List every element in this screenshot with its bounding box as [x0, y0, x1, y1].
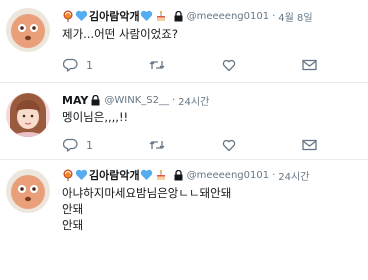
dm-mail-icon[interactable]	[301, 57, 317, 73]
tweet-actions: 1	[62, 57, 317, 73]
tweet-text-line: 제가...어떤 사람이었죠?	[62, 27, 178, 41]
like-icon[interactable]	[221, 57, 237, 73]
lollipop-icon	[62, 169, 74, 181]
reply-icon[interactable]	[62, 137, 78, 153]
timestamp[interactable]: 4월 8일	[278, 9, 312, 24]
avatar[interactable]	[6, 93, 50, 137]
display-name[interactable]: 김아람악개	[89, 167, 140, 183]
retweet-icon[interactable]	[149, 137, 165, 153]
tweet[interactable]: 김아람악개 @meeeeng0101 · 4월 8일 제가...어떤 사람이었죠…	[0, 0, 368, 82]
person-photo-avatar-icon	[6, 93, 50, 137]
blue-heart-icon	[140, 169, 153, 181]
tweet-text: 멩이님은,,,,!!	[62, 109, 128, 125]
tweet-text-line: 안돼	[62, 218, 84, 232]
blue-heart-icon	[75, 169, 88, 181]
cake-icon	[155, 10, 167, 22]
display-name[interactable]: MAY	[62, 94, 88, 107]
separator: ·	[272, 10, 276, 22]
blue-heart-icon	[140, 10, 153, 22]
cake-icon	[155, 169, 167, 181]
like-icon[interactable]	[221, 137, 237, 153]
handle[interactable]: @meeeeng0101	[187, 11, 270, 22]
tweet-text-line: 멩이님은,,,,!!	[62, 110, 129, 124]
lollipop-icon	[62, 10, 74, 22]
display-name[interactable]: 김아람악개	[89, 8, 140, 24]
separator: ·	[171, 94, 176, 106]
round-face-avatar-icon	[6, 8, 50, 52]
handle[interactable]: @WINK_S2__	[104, 95, 169, 106]
tweet-text-line: 아냐하지마세요밤님은앙ㄴㄴ돼안돼	[62, 186, 232, 200]
lock-icon	[174, 169, 183, 181]
timestamp[interactable]: 24시간	[278, 168, 309, 183]
lock-icon	[174, 10, 183, 22]
retweet-icon[interactable]	[149, 57, 165, 73]
dm-mail-icon[interactable]	[301, 137, 317, 153]
reply-icon[interactable]	[62, 57, 78, 73]
tweet-text: 제가...어떤 사람이었죠?	[62, 26, 178, 42]
blue-heart-icon	[75, 10, 88, 22]
tweet-text-line: 안돼	[62, 202, 84, 216]
round-face-avatar-icon	[6, 169, 50, 213]
tweet-actions: 1	[62, 137, 317, 153]
tweet[interactable]: 김아람악개 @meeeeng0101 · 24시간 아냐하지마세요밤님은앙ㄴㄴ돼…	[0, 160, 368, 280]
lock-icon	[91, 94, 100, 106]
tweet[interactable]: MAY @WINK_S2__ · 24시간 멩이님은,,,,!! 1	[0, 83, 368, 159]
handle[interactable]: @meeeeng0101	[187, 170, 270, 181]
timestamp[interactable]: 24시간	[178, 93, 209, 108]
avatar[interactable]	[6, 8, 50, 52]
separator: ·	[272, 169, 276, 181]
reply-count: 1	[86, 58, 93, 72]
reply-count: 1	[86, 138, 93, 152]
tweet-text: 아냐하지마세요밤님은앙ㄴㄴ돼안돼 안돼 안돼	[62, 185, 231, 233]
avatar[interactable]	[6, 169, 50, 213]
